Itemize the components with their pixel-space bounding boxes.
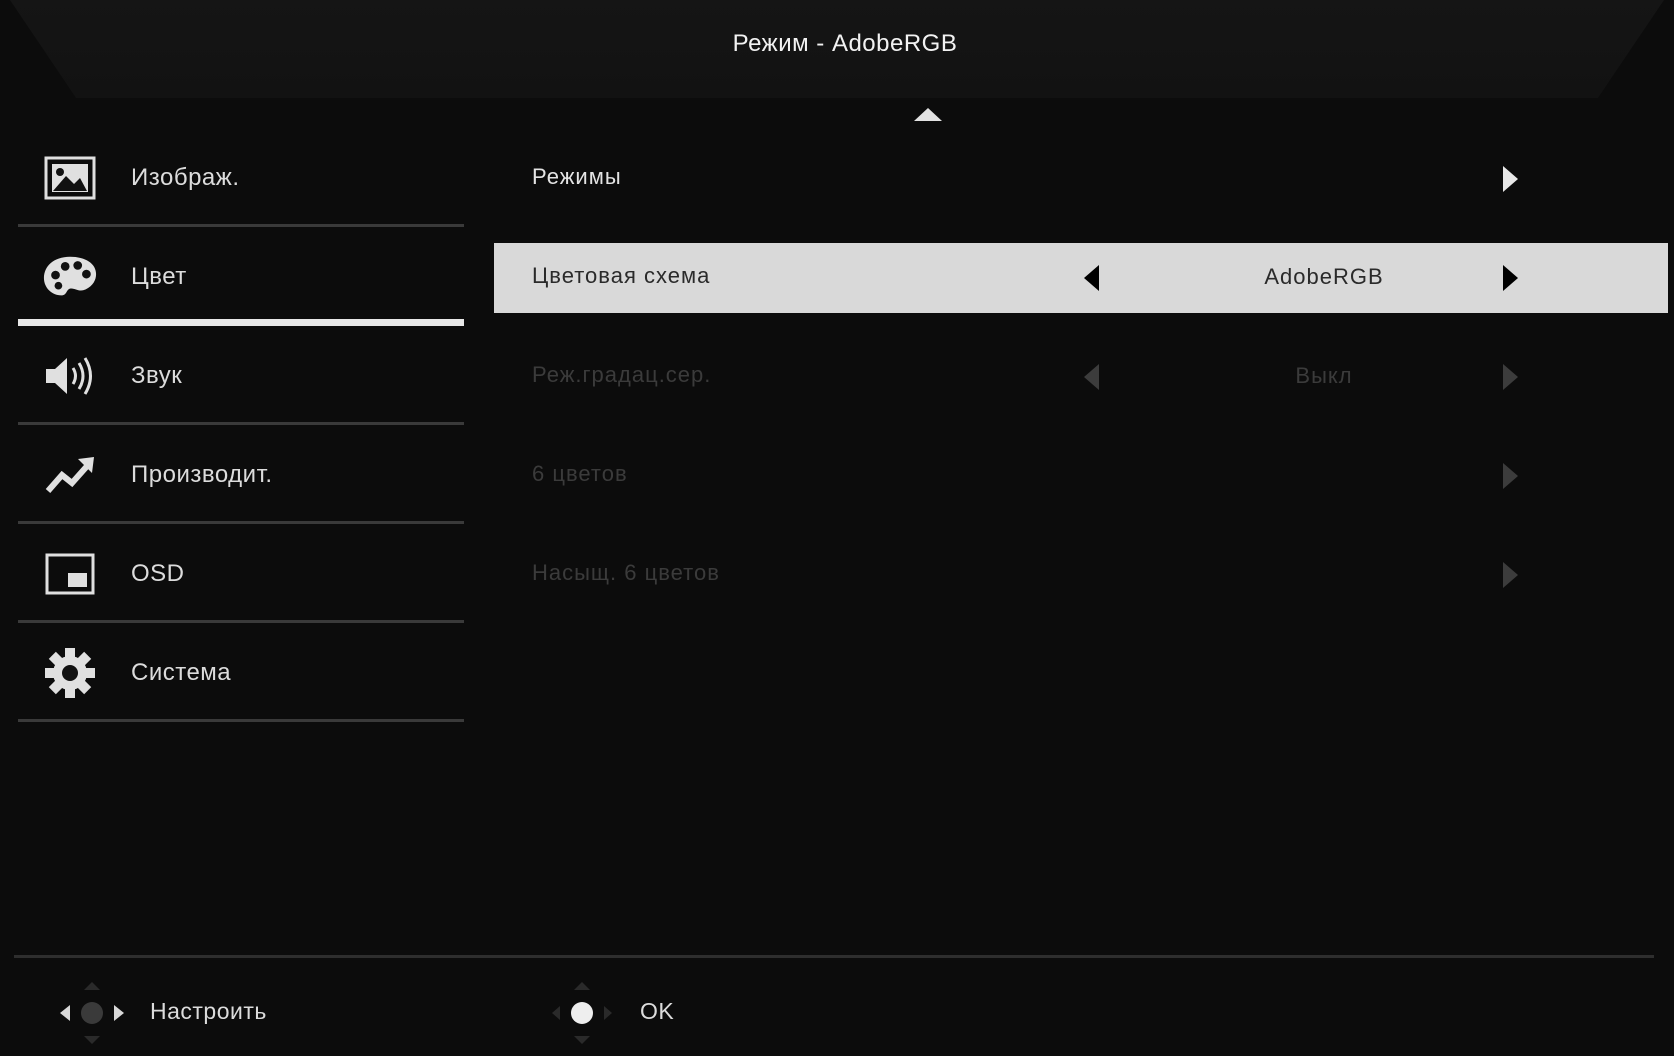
scroll-up-arrow-icon[interactable] bbox=[914, 108, 942, 121]
sidebar-item-label: Изображ. bbox=[131, 164, 240, 191]
performance-chart-icon bbox=[42, 451, 98, 499]
settings-panel: Режимы Цветовая схема AdobeRGB Реж.града… bbox=[494, 128, 1668, 623]
arrow-left-icon[interactable] bbox=[1084, 265, 1099, 291]
setting-row-modes[interactable]: Режимы bbox=[494, 128, 1668, 227]
sidebar-item-label: OSD bbox=[131, 560, 185, 587]
sidebar-item-sound[interactable]: Звук bbox=[18, 326, 464, 425]
adjust-label: Настроить bbox=[150, 998, 267, 1024]
sidebar-item-osd[interactable]: OSD bbox=[18, 524, 464, 623]
setting-row-grayscale-mode[interactable]: Реж.градац.сер. Выкл bbox=[494, 326, 1668, 425]
setting-value: Выкл bbox=[1295, 363, 1353, 388]
palette-icon bbox=[42, 253, 98, 301]
footer-divider bbox=[14, 955, 1654, 958]
sidebar-item-color[interactable]: Цвет bbox=[18, 227, 464, 326]
setting-label: Цветовая схема bbox=[532, 263, 711, 288]
image-icon bbox=[42, 154, 98, 202]
setting-label: Насыщ. 6 цветов bbox=[532, 560, 720, 585]
speaker-icon bbox=[42, 352, 98, 400]
setting-row-color-scheme[interactable]: Цветовая схема AdobeRGB bbox=[494, 227, 1668, 326]
sidebar-item-label: Производит. bbox=[131, 461, 273, 488]
arrow-right-icon[interactable] bbox=[1503, 364, 1518, 390]
sidebar-item-label: Система bbox=[131, 659, 232, 686]
joystick-press-icon bbox=[552, 982, 612, 1044]
sidebar: Изображ. Цвет Звук Производит. OSD Систе… bbox=[18, 128, 464, 722]
arrow-right-icon[interactable] bbox=[1503, 463, 1518, 489]
setting-label: 6 цветов bbox=[532, 461, 628, 486]
sidebar-item-image[interactable]: Изображ. bbox=[18, 128, 464, 227]
sidebar-item-label: Цвет bbox=[131, 263, 187, 290]
setting-value: AdobeRGB bbox=[1264, 264, 1384, 289]
arrow-right-icon[interactable] bbox=[1503, 265, 1518, 291]
setting-row-6-colors-saturation[interactable]: Насыщ. 6 цветов bbox=[494, 524, 1668, 623]
arrow-left-icon[interactable] bbox=[1084, 364, 1099, 390]
arrow-right-icon[interactable] bbox=[1503, 166, 1518, 192]
sidebar-item-system[interactable]: Система bbox=[18, 623, 464, 722]
sidebar-item-performance[interactable]: Производит. bbox=[18, 425, 464, 524]
row-background bbox=[494, 441, 1668, 511]
setting-label: Режимы bbox=[532, 164, 622, 189]
joystick-adjust-icon bbox=[60, 982, 124, 1044]
sidebar-item-label: Звук bbox=[131, 362, 183, 389]
setting-row-6-colors[interactable]: 6 цветов bbox=[494, 425, 1668, 524]
osd-menu: Режим - AdobeRGB Изображ. Цвет Звук Прои… bbox=[0, 0, 1674, 1056]
arrow-right-icon[interactable] bbox=[1503, 562, 1518, 588]
osd-window-icon bbox=[42, 550, 98, 598]
page-title: Режим - AdobeRGB bbox=[732, 30, 958, 57]
row-background bbox=[494, 144, 1668, 214]
setting-label: Реж.градац.сер. bbox=[532, 362, 712, 387]
ok-label: OK bbox=[640, 998, 675, 1024]
gear-icon bbox=[42, 648, 98, 698]
